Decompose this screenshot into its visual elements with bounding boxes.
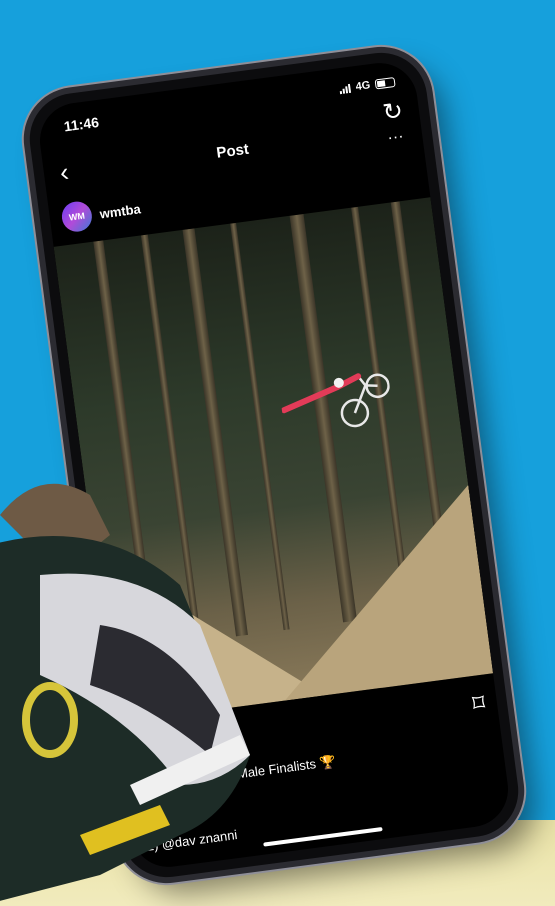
- battery-icon: [374, 76, 396, 90]
- signal-icon: [339, 83, 352, 94]
- dirt-ramp-right: [260, 485, 493, 701]
- status-right: 4G: [339, 76, 396, 95]
- rider-bike: [280, 373, 390, 428]
- post-author[interactable]: WM wmtba: [60, 193, 142, 234]
- username[interactable]: wmtba: [99, 201, 142, 221]
- bookmark-icon[interactable]: ⌑: [471, 689, 487, 719]
- status-time: 11:46: [62, 114, 100, 135]
- helmet-overlay: [0, 483, 250, 901]
- more-options-button[interactable]: ...: [386, 124, 405, 144]
- refresh-icon[interactable]: ↻: [381, 96, 405, 127]
- network-label: 4G: [354, 79, 372, 94]
- avatar[interactable]: WM: [60, 199, 94, 234]
